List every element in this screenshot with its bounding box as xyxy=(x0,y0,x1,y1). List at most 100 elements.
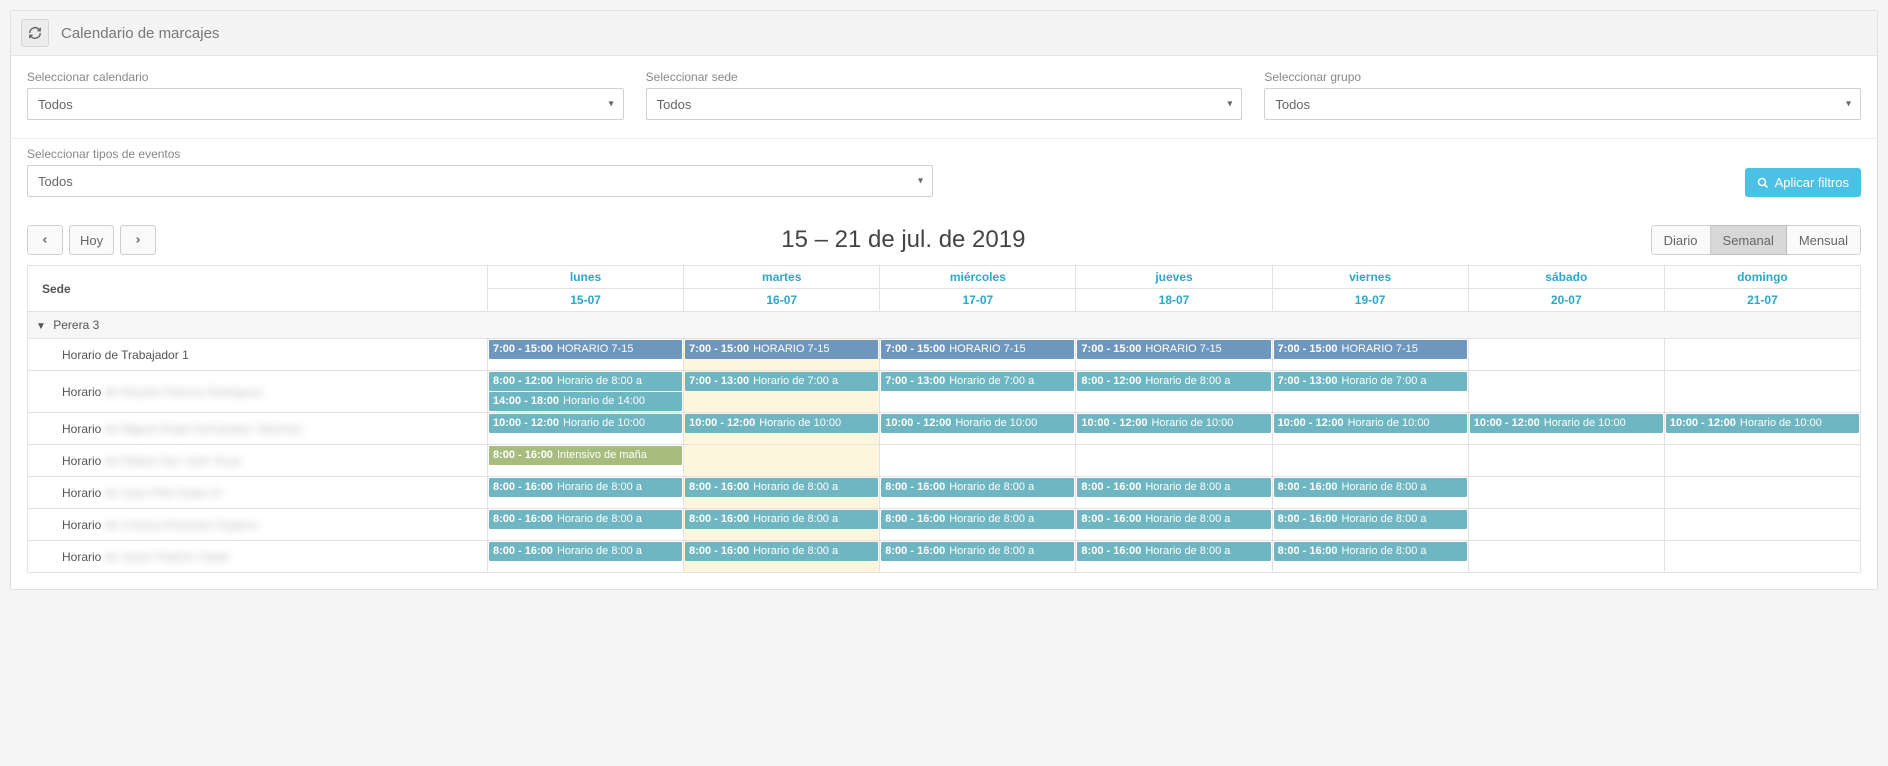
calendar-event[interactable]: 8:00 - 16:00Intensivo de maña xyxy=(489,446,682,465)
resource-label[interactable]: Horario de Trabajador 1 xyxy=(28,339,488,371)
day-cell[interactable]: 8:00 - 16:00Horario de 8:00 a xyxy=(880,541,1076,573)
view-monthly-button[interactable]: Mensual xyxy=(1787,225,1861,255)
calendar-event[interactable]: 8:00 - 16:00Horario de 8:00 a xyxy=(489,478,682,497)
day-cell[interactable] xyxy=(880,445,1076,477)
calendar-event[interactable]: 8:00 - 16:00Horario de 8:00 a xyxy=(881,510,1074,529)
day-header-date[interactable]: 17-07 xyxy=(880,289,1076,312)
prev-button[interactable] xyxy=(27,225,63,255)
calendar-event[interactable]: 7:00 - 15:00HORARIO 7-15 xyxy=(1077,340,1270,359)
view-daily-button[interactable]: Diario xyxy=(1651,225,1711,255)
day-header-date[interactable]: 15-07 xyxy=(488,289,684,312)
calendar-event[interactable]: 7:00 - 13:00Horario de 7:00 a xyxy=(881,372,1074,391)
day-header-date[interactable]: 16-07 xyxy=(684,289,880,312)
calendar-event[interactable]: 7:00 - 15:00HORARIO 7-15 xyxy=(685,340,878,359)
resource-label[interactable]: Horario de Juan Piña Salas III xyxy=(28,477,488,509)
day-cell[interactable]: 8:00 - 16:00Horario de 8:00 a xyxy=(880,477,1076,509)
today-button[interactable]: Hoy xyxy=(69,225,114,255)
day-header-name[interactable]: lunes xyxy=(488,266,684,289)
calendar-event[interactable]: 7:00 - 15:00HORARIO 7-15 xyxy=(881,340,1074,359)
calendar-event[interactable]: 10:00 - 12:00Horario de 10:00 xyxy=(1470,414,1663,433)
day-cell[interactable]: 8:00 - 16:00Horario de 8:00 a xyxy=(488,509,684,541)
day-cell[interactable] xyxy=(1664,477,1860,509)
day-header-name[interactable]: jueves xyxy=(1076,266,1272,289)
filter-sede-select[interactable]: Todos xyxy=(646,88,1243,120)
day-cell[interactable] xyxy=(1664,371,1860,413)
day-cell[interactable] xyxy=(1664,541,1860,573)
calendar-event[interactable]: 8:00 - 16:00Horario de 8:00 a xyxy=(1077,542,1270,561)
day-header-name[interactable]: domingo xyxy=(1664,266,1860,289)
day-cell[interactable]: 8:00 - 16:00Horario de 8:00 a xyxy=(488,541,684,573)
calendar-event[interactable]: 7:00 - 13:00Horario de 7:00 a xyxy=(1274,372,1467,391)
calendar-event[interactable]: 7:00 - 15:00HORARIO 7-15 xyxy=(489,340,682,359)
view-weekly-button[interactable]: Semanal xyxy=(1711,225,1787,255)
resource-label[interactable]: Horario de Miguel Ángel Hernández Sánche… xyxy=(28,413,488,445)
day-cell[interactable]: 7:00 - 15:00HORARIO 7-15 xyxy=(1076,339,1272,371)
day-cell[interactable]: 8:00 - 16:00Horario de 8:00 a xyxy=(1272,541,1468,573)
day-cell[interactable]: 10:00 - 12:00Horario de 10:00 xyxy=(684,413,880,445)
day-cell[interactable] xyxy=(1468,339,1664,371)
day-cell[interactable]: 10:00 - 12:00Horario de 10:00 xyxy=(1664,413,1860,445)
day-cell[interactable]: 8:00 - 12:00Horario de 8:00 a14:00 - 18:… xyxy=(488,371,684,413)
calendar-event[interactable]: 10:00 - 12:00Horario de 10:00 xyxy=(1666,414,1859,433)
day-cell[interactable]: 10:00 - 12:00Horario de 10:00 xyxy=(1272,413,1468,445)
day-cell[interactable]: 8:00 - 16:00Horario de 8:00 a xyxy=(1076,477,1272,509)
next-button[interactable] xyxy=(120,225,156,255)
resource-label[interactable]: Horario de Cristina Alvarado Segarra xyxy=(28,509,488,541)
calendar-event[interactable]: 7:00 - 15:00HORARIO 7-15 xyxy=(1274,340,1467,359)
day-cell[interactable]: 8:00 - 16:00Horario de 8:00 a xyxy=(1272,477,1468,509)
day-cell[interactable]: 8:00 - 16:00Horario de 8:00 a xyxy=(1272,509,1468,541)
day-cell[interactable]: 8:00 - 16:00Horario de 8:00 a xyxy=(684,477,880,509)
calendar-event[interactable]: 14:00 - 18:00Horario de 14:00 xyxy=(489,392,682,411)
day-cell[interactable]: 7:00 - 13:00Horario de 7:00 a xyxy=(880,371,1076,413)
filter-grupo-select[interactable]: Todos xyxy=(1264,88,1861,120)
calendar-event[interactable]: 8:00 - 12:00Horario de 8:00 a xyxy=(1077,372,1270,391)
calendar-event[interactable]: 10:00 - 12:00Horario de 10:00 xyxy=(1077,414,1270,433)
day-cell[interactable] xyxy=(1664,339,1860,371)
calendar-event[interactable]: 8:00 - 16:00Horario de 8:00 a xyxy=(1077,510,1270,529)
refresh-button[interactable] xyxy=(21,19,49,47)
day-cell[interactable]: 8:00 - 16:00Horario de 8:00 a xyxy=(684,541,880,573)
filter-calendar-select[interactable]: Todos xyxy=(27,88,624,120)
day-cell[interactable] xyxy=(1468,371,1664,413)
apply-filters-button[interactable]: Aplicar filtros xyxy=(1745,168,1861,197)
calendar-event[interactable]: 8:00 - 16:00Horario de 8:00 a xyxy=(489,542,682,561)
day-header-name[interactable]: viernes xyxy=(1272,266,1468,289)
calendar-event[interactable]: 8:00 - 16:00Horario de 8:00 a xyxy=(881,478,1074,497)
calendar-event[interactable]: 8:00 - 16:00Horario de 8:00 a xyxy=(1077,478,1270,497)
day-cell[interactable]: 10:00 - 12:00Horario de 10:00 xyxy=(1076,413,1272,445)
day-cell[interactable] xyxy=(1468,509,1664,541)
calendar-event[interactable]: 10:00 - 12:00Horario de 10:00 xyxy=(489,414,682,433)
calendar-event[interactable]: 8:00 - 16:00Horario de 8:00 a xyxy=(685,542,878,561)
resource-label[interactable]: Horario de Javier Padrón Vladu xyxy=(28,541,488,573)
day-cell[interactable]: 7:00 - 15:00HORARIO 7-15 xyxy=(1272,339,1468,371)
calendar-event[interactable]: 8:00 - 16:00Horario de 8:00 a xyxy=(1274,510,1467,529)
resource-label[interactable]: Horario de Nazario Ramos Rodríguez xyxy=(28,371,488,413)
day-cell[interactable]: 8:00 - 16:00Horario de 8:00 a xyxy=(1076,509,1272,541)
day-cell[interactable] xyxy=(1664,445,1860,477)
day-cell[interactable]: 7:00 - 15:00HORARIO 7-15 xyxy=(880,339,1076,371)
day-cell[interactable]: 8:00 - 12:00Horario de 8:00 a xyxy=(1076,371,1272,413)
resource-label[interactable]: Horario de Rafael San José Tovar xyxy=(28,445,488,477)
day-cell[interactable]: 8:00 - 16:00Horario de 8:00 a xyxy=(880,509,1076,541)
day-cell[interactable] xyxy=(1076,445,1272,477)
day-cell[interactable]: 8:00 - 16:00Horario de 8:00 a xyxy=(1076,541,1272,573)
day-header-date[interactable]: 19-07 xyxy=(1272,289,1468,312)
calendar-event[interactable]: 8:00 - 16:00Horario de 8:00 a xyxy=(1274,542,1467,561)
day-header-name[interactable]: miércoles xyxy=(880,266,1076,289)
day-cell[interactable]: 7:00 - 15:00HORARIO 7-15 xyxy=(684,339,880,371)
day-cell[interactable]: 7:00 - 13:00Horario de 7:00 a xyxy=(1272,371,1468,413)
calendar-event[interactable]: 8:00 - 16:00Horario de 8:00 a xyxy=(685,478,878,497)
day-cell[interactable]: 7:00 - 13:00Horario de 7:00 a xyxy=(684,371,880,413)
day-cell[interactable] xyxy=(1272,445,1468,477)
day-cell[interactable]: 7:00 - 15:00HORARIO 7-15 xyxy=(488,339,684,371)
calendar-event[interactable]: 8:00 - 12:00Horario de 8:00 a xyxy=(489,372,682,391)
day-cell[interactable] xyxy=(1468,445,1664,477)
day-cell[interactable] xyxy=(684,445,880,477)
day-cell[interactable]: 10:00 - 12:00Horario de 10:00 xyxy=(880,413,1076,445)
calendar-event[interactable]: 8:00 - 16:00Horario de 8:00 a xyxy=(881,542,1074,561)
calendar-event[interactable]: 8:00 - 16:00Horario de 8:00 a xyxy=(1274,478,1467,497)
day-cell[interactable] xyxy=(1468,541,1664,573)
day-header-name[interactable]: sábado xyxy=(1468,266,1664,289)
group-row[interactable]: ▼ Perera 3 xyxy=(28,312,1861,339)
day-header-date[interactable]: 18-07 xyxy=(1076,289,1272,312)
